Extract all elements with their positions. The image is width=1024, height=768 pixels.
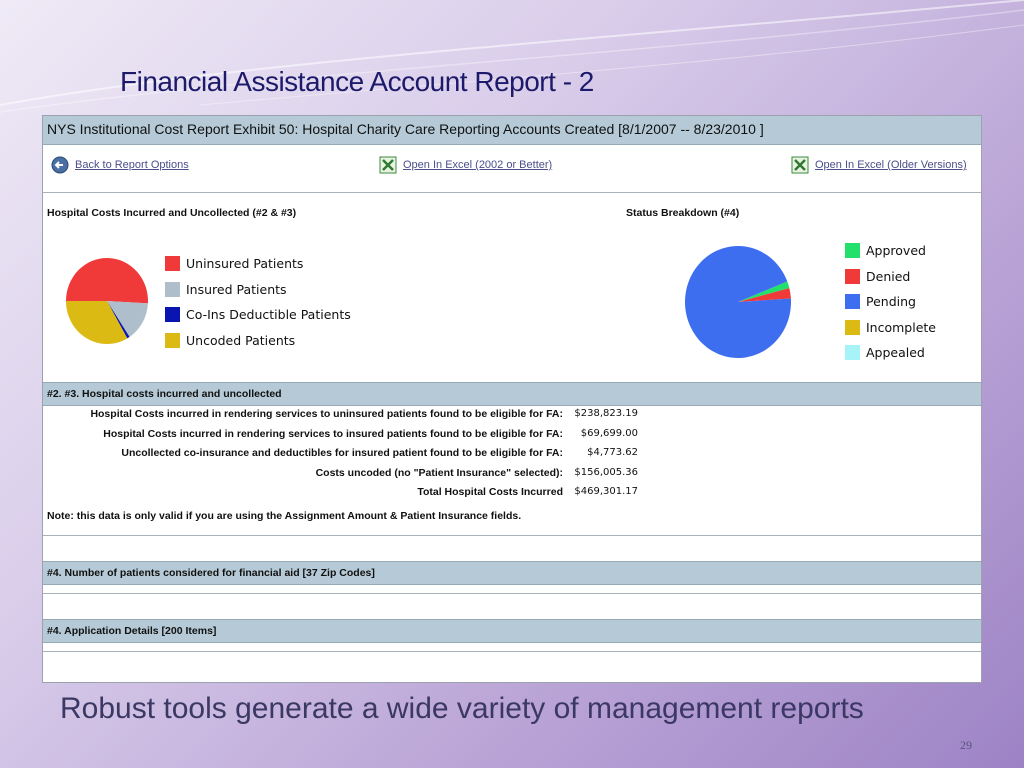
legend-swatch [165, 281, 180, 297]
table-row: Hospital Costs incurred in rendering ser… [43, 428, 638, 448]
divider [43, 192, 981, 193]
cost-label: Costs uncoded (no "Patient Insurance" se… [315, 466, 563, 479]
report-links: Back to Report Options Open In Excel (20… [43, 152, 981, 192]
legend-label: Uncoded Patients [186, 332, 296, 348]
background-swoosh [0, 0, 1024, 113]
open-excel-old-link[interactable]: Open In Excel (Older Versions) [791, 156, 967, 174]
cost-label: Hospital Costs incurred in rendering ser… [103, 427, 563, 440]
legend-swatch [845, 268, 860, 284]
section-patients-header[interactable]: #4. Number of patients considered for fi… [43, 561, 981, 585]
costs-legend: Uninsured Patients Insured Patients Co-Ins… [165, 251, 351, 353]
legend-label: Incomplete [866, 319, 936, 335]
cost-label: Hospital Costs incurred in rendering ser… [90, 408, 563, 420]
legend-label: Uninsured Patients [186, 256, 304, 272]
back-link-label: Back to Report Options [75, 159, 189, 171]
costs-chart-label: Hospital Costs Incurred and Uncollected … [47, 207, 297, 219]
back-link[interactable]: Back to Report Options [51, 156, 189, 174]
table-row: Costs uncoded (no "Patient Insurance" se… [43, 467, 638, 487]
legend-label: Pending [866, 294, 916, 310]
slide-title: Financial Assistance Account Report - 2 [120, 66, 594, 97]
legend-item: Pending [845, 289, 936, 315]
table-row: Uncollected co-insurance and deductibles… [43, 447, 638, 467]
legend-item: Uncoded Patients [165, 328, 351, 354]
legend-item: Insured Patients [165, 277, 351, 303]
cost-value: $238,823.19 [574, 408, 638, 419]
legend-swatch [845, 243, 860, 259]
open-excel-old-label: Open In Excel (Older Versions) [815, 159, 967, 171]
open-excel-new-label: Open In Excel (2002 or Better) [403, 159, 553, 171]
legend-item: Denied [845, 264, 936, 290]
legend-item: Uninsured Patients [165, 251, 351, 277]
legend-swatch [165, 307, 180, 323]
status-chart-label: Status Breakdown (#4) [626, 207, 740, 219]
section-applications-header[interactable]: #4. Application Details [200 Items] [43, 619, 981, 643]
cost-value: $469,301.17 [574, 486, 638, 497]
cost-label: Total Hospital Costs Incurred [417, 486, 563, 498]
data-note: Note: this data is only valid if you are… [47, 510, 522, 522]
legend-swatch [165, 256, 180, 272]
legend-item: Approved [845, 238, 936, 264]
excel-icon [379, 156, 397, 174]
pie-slice-uninsured-patients [66, 258, 148, 304]
report-panel: NYS Institutional Cost Report Exhibit 50… [42, 115, 982, 683]
section-costs-header: #2. #3. Hospital costs incurred and unco… [43, 382, 981, 406]
pie-slice-pending [685, 246, 791, 358]
legend-label: Approved [866, 243, 926, 259]
divider [43, 535, 981, 536]
excel-icon [791, 156, 809, 174]
legend-swatch [845, 294, 860, 310]
legend-swatch [165, 332, 180, 348]
cost-value: $69,699.00 [580, 427, 638, 439]
costs-pie-chart [66, 258, 148, 344]
table-row: Total Hospital Costs Incurred $469,301.1… [43, 486, 638, 506]
back-arrow-icon [51, 156, 69, 174]
cost-label: Uncollected co-insurance and deductibles… [121, 447, 563, 459]
legend-label: Denied [866, 268, 911, 284]
legend-label: Insured Patients [186, 281, 287, 297]
status-legend: Approved Denied Pending Incomplete Appealed [845, 238, 936, 366]
open-excel-new-link[interactable]: Open In Excel (2002 or Better) [379, 156, 552, 174]
table-row: Hospital Costs incurred in rendering ser… [43, 408, 638, 428]
legend-label: Appealed [866, 345, 925, 361]
legend-item: Co-Ins Deductible Patients [165, 302, 351, 328]
cost-value: $4,773.62 [587, 447, 638, 458]
cost-table: Hospital Costs incurred in rendering ser… [43, 408, 638, 506]
legend-label: Co-Ins Deductible Patients [186, 307, 351, 323]
legend-item: Incomplete [845, 315, 936, 341]
legend-swatch [845, 319, 860, 335]
divider [43, 651, 981, 652]
page-number: 29 [960, 738, 972, 752]
legend-swatch [845, 345, 860, 361]
report-header: NYS Institutional Cost Report Exhibit 50… [43, 116, 981, 145]
legend-item: Appealed [845, 340, 936, 366]
slide-caption: Robust tools generate a wide variety of … [60, 692, 864, 725]
cost-value: $156,005.36 [574, 466, 638, 478]
divider [43, 593, 981, 594]
status-pie-chart [685, 246, 791, 358]
